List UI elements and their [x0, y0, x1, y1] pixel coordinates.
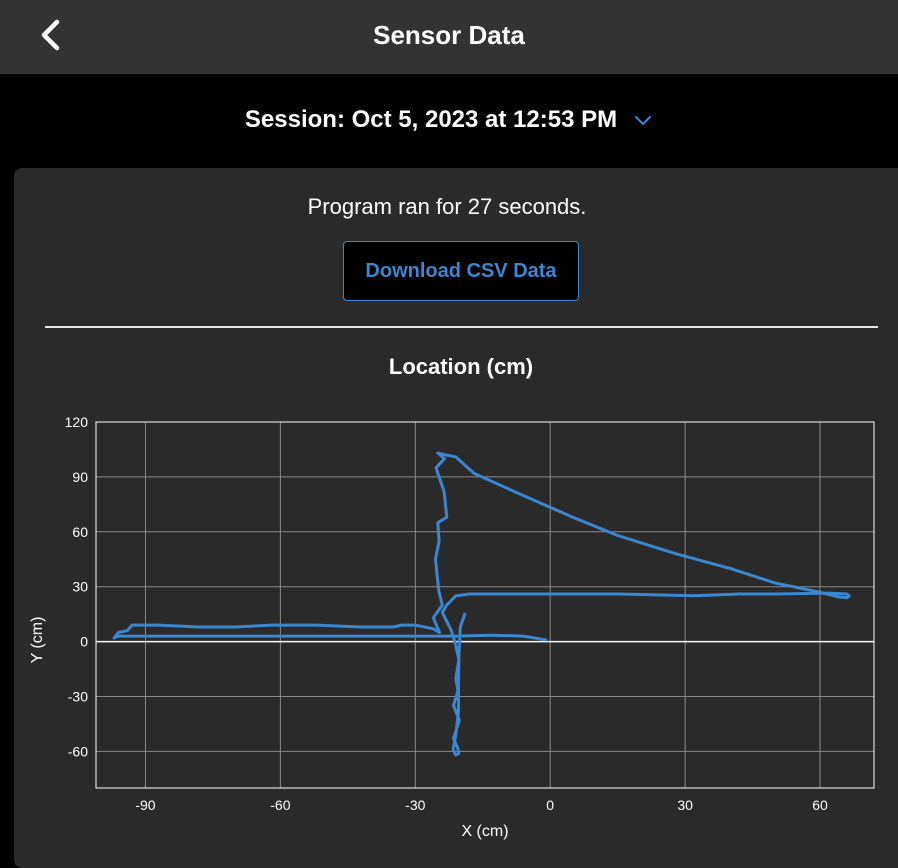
y-axis-label: Y (cm)	[29, 617, 46, 664]
divider	[45, 326, 878, 328]
y-tick-label: -60	[68, 743, 88, 759]
x-tick-label: -60	[270, 797, 290, 813]
x-tick-label: 30	[677, 797, 693, 813]
y-tick-label: 60	[72, 524, 88, 540]
page-title: Sensor Data	[373, 20, 525, 50]
x-tick-label: 60	[812, 797, 828, 813]
run-duration-text: Program ran for 27 seconds.	[307, 194, 587, 219]
y-tick-label: -30	[68, 689, 88, 705]
chevron-down-icon	[633, 114, 653, 126]
x-tick-label: 0	[546, 797, 554, 813]
session-label: Session: Oct 5, 2023 at 12:53 PM	[244, 106, 618, 133]
x-tick-label: -30	[405, 797, 425, 813]
series-line	[112, 451, 851, 757]
location-chart: -90 -60 -30 0 30 60 -60 -30 0 30 60 90 120 X (cm) Y …	[29, 414, 875, 840]
y-tick-label: 120	[65, 414, 89, 430]
chart-series	[112, 451, 851, 757]
x-axis-label: X (cm)	[461, 823, 508, 840]
chart-ticks: -90 -60 -30 0 30 60 -60 -30 0 30 60 90 120	[65, 414, 828, 813]
app-header: Sensor Data	[0, 0, 898, 74]
session-selector[interactable]: Session: Oct 5, 2023 at 12:53 PM	[0, 96, 898, 144]
chart-title: Location (cm)	[388, 354, 534, 379]
y-tick-label: 0	[80, 634, 88, 650]
y-tick-label: 90	[72, 469, 88, 485]
x-tick-label: -90	[135, 797, 155, 813]
y-tick-label: 30	[72, 579, 88, 595]
download-csv-button[interactable]: Download CSV Data	[343, 241, 579, 301]
